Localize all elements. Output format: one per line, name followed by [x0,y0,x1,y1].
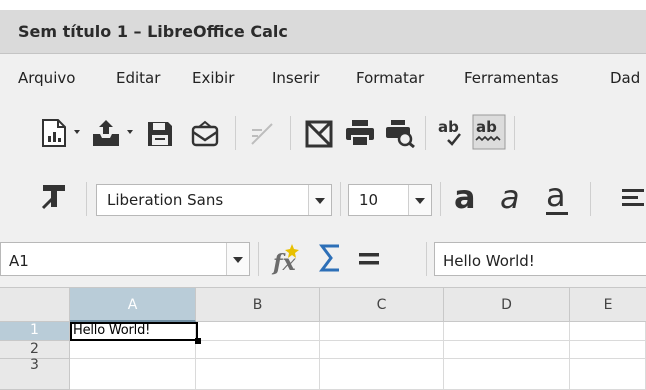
formula-icon[interactable] [356,246,382,272]
cell-c3[interactable] [320,359,444,390]
svg-text:a: a [454,180,476,216]
cell-d2[interactable] [444,341,570,359]
name-box[interactable]: A1 [0,242,250,276]
styles-icon[interactable] [40,182,70,212]
toolbar-separator [235,116,236,150]
window-title: Sem título 1 – LibreOffice Calc [18,22,288,41]
chevron-down-icon[interactable] [308,185,331,215]
cell-e2[interactable] [570,341,646,359]
new-dropdown-icon[interactable] [73,128,81,136]
export-pdf-icon[interactable] [305,120,333,148]
desktop-strip [0,0,646,10]
cell-e3[interactable] [570,359,646,390]
menu-exibir[interactable]: Exibir [192,69,234,87]
column-header-c[interactable]: C [320,288,444,322]
autospell-icon[interactable]: ab [472,114,506,150]
cell-c2[interactable] [320,341,444,359]
menu-editar[interactable]: Editar [116,69,160,87]
cell-e1[interactable] [570,322,646,341]
menu-bar: Arquivo Editar Exibir Inserir Formatar F… [0,54,646,100]
toolbar-separator [514,116,515,150]
edit-mode-icon[interactable] [248,120,276,148]
column-header-a[interactable]: A [70,288,196,322]
font-size-value: 10 [359,191,379,209]
toolbar-separator [86,182,87,216]
standard-toolbar: ab ab [0,100,646,168]
open-dropdown-icon[interactable] [126,128,134,136]
formula-bar: A1 fx Hello World! [0,230,646,288]
menu-arquivo[interactable]: Arquivo [18,69,75,87]
column-header-b[interactable]: B [196,288,320,322]
cell-d1[interactable] [444,322,570,341]
name-box-value: A1 [9,252,29,270]
chevron-down-icon[interactable] [408,185,431,215]
column-header-d[interactable]: D [444,288,570,322]
formula-input[interactable]: Hello World! [434,242,646,276]
toolbar-separator [590,182,591,216]
fill-handle[interactable] [195,338,201,344]
cell-cursor [70,322,198,341]
cell-b2[interactable] [196,341,320,359]
bold-icon[interactable]: a [450,180,486,216]
function-wizard-icon[interactable]: fx [270,242,304,276]
chevron-down-icon[interactable] [226,243,249,275]
menu-inserir[interactable]: Inserir [272,69,319,87]
svg-text:ab: ab [476,118,497,136]
select-all-corner[interactable] [0,288,70,322]
cell-d3[interactable] [444,359,570,390]
svg-text:a: a [546,180,566,214]
new-spreadsheet-icon[interactable] [40,118,68,148]
spreadsheet-grid: A B C D E 1 2 3 Hello World! [0,288,646,390]
toolbar-separator [425,116,426,150]
toolbar-separator [258,242,259,276]
toolbar-separator [426,242,427,276]
cell-a3[interactable] [70,359,196,390]
font-name-combo[interactable]: Liberation Sans [96,184,332,216]
toolbar-separator [440,182,441,216]
menu-ferramentas[interactable]: Ferramentas [464,69,559,87]
spelling-icon[interactable]: ab [436,116,468,148]
font-name-value: Liberation Sans [107,191,224,209]
font-size-combo[interactable]: 10 [348,184,432,216]
print-preview-icon[interactable] [384,118,416,148]
print-icon[interactable] [344,118,376,148]
italic-icon[interactable]: a [496,180,532,216]
svg-text:a: a [500,180,520,216]
column-header-e[interactable]: E [570,288,646,322]
svg-text:ab: ab [438,118,459,136]
formula-input-value: Hello World! [443,252,535,270]
row-header-1[interactable]: 1 [0,322,70,341]
menu-formatar[interactable]: Formatar [356,69,424,87]
cell-a2[interactable] [70,341,196,359]
align-left-icon[interactable] [620,186,646,212]
row-header-3[interactable]: 3 [0,358,70,390]
toolbar-separator [290,116,291,150]
cell-b1[interactable] [196,322,320,341]
cell-c1[interactable] [320,322,444,341]
menu-dados[interactable]: Dad [610,69,640,87]
open-icon[interactable] [90,118,122,148]
title-bar: Sem título 1 – LibreOffice Calc [0,10,646,54]
formatting-toolbar: Liberation Sans 10 a a a [0,168,646,230]
cell-b3[interactable] [196,359,320,390]
underline-icon[interactable]: a [542,180,578,218]
sum-icon[interactable] [318,242,344,274]
toolbar-separator [340,182,341,216]
email-icon[interactable] [190,120,220,148]
save-icon[interactable] [146,120,174,148]
